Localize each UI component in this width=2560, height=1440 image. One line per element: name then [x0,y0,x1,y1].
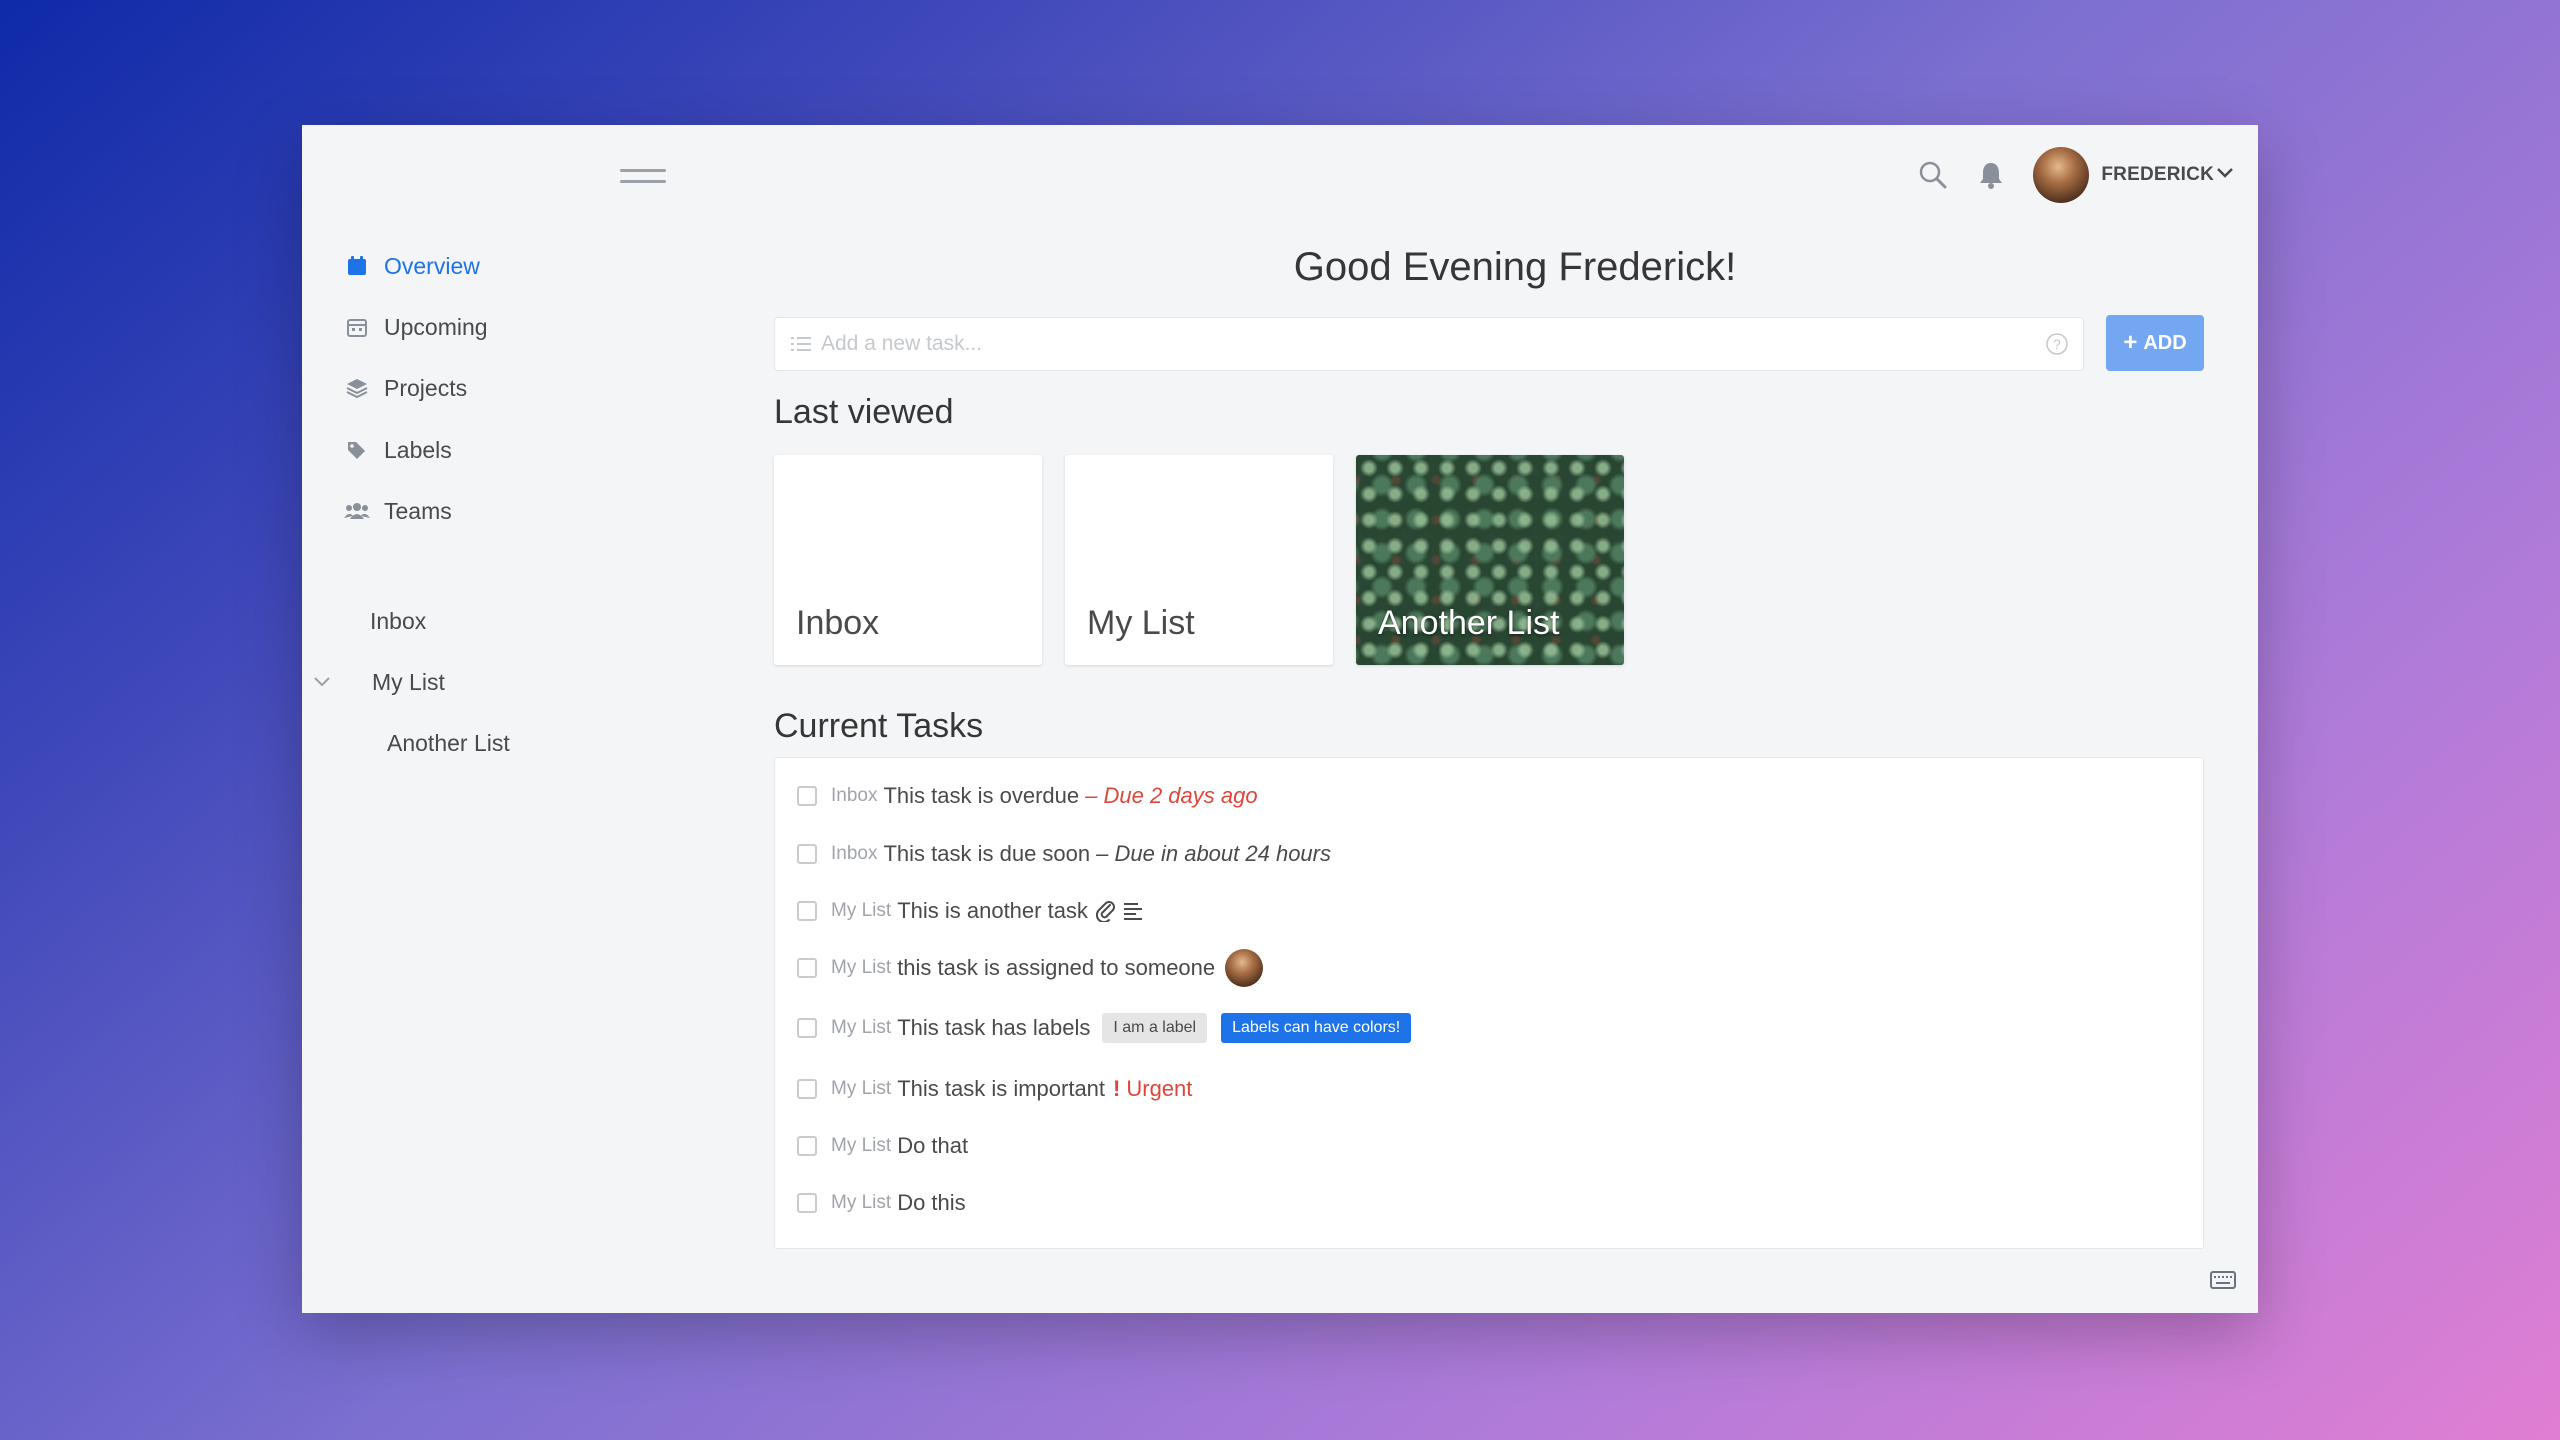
sidebar-item-projects[interactable]: Projects [344,368,467,408]
sidebar-item-labels[interactable]: Labels [344,430,452,470]
user-avatar[interactable] [2033,147,2090,203]
calendar-grid-icon [344,314,370,340]
sidebar-item-label: Upcoming [384,313,488,340]
last-viewed-card-inbox[interactable]: Inbox [774,455,1042,665]
task-checkbox[interactable] [797,1018,817,1038]
add-task-button[interactable]: + ADD [2106,315,2204,371]
sidebar-item-label: Overview [384,252,480,279]
sidebar-item-upcoming[interactable]: Upcoming [344,307,488,347]
task-checkbox[interactable] [797,1079,817,1099]
card-title: My List [1087,604,1195,642]
assignee-avatar [1225,949,1264,987]
users-icon [344,498,370,524]
task-priority: Urgent [1126,1076,1193,1101]
svg-text:?: ? [2053,336,2061,352]
task-row[interactable]: Inbox This task is due soon – Due in abo… [797,834,1331,874]
app-window: Overview Upcoming Projects Labels Teams [302,125,2258,1313]
task-text[interactable]: Do that [897,1133,968,1159]
sidebar-item-label: Projects [384,374,468,401]
task-row[interactable]: My List This task has labels I am a labe… [797,1008,1412,1048]
list-icon [791,335,813,353]
task-row[interactable]: My List Do that [797,1126,968,1166]
sidebar-item-label: Teams [384,497,452,524]
last-viewed-title: Last viewed [774,393,954,431]
user-name[interactable]: FREDERICK [2101,164,2214,186]
task-text[interactable]: this task is assigned to someone [897,955,1215,981]
greeting-title: Good Evening Frederick! [1293,245,1737,289]
exclamation-icon: ! [1113,1076,1121,1101]
task-list-name[interactable]: Inbox [831,785,877,807]
task-text[interactable]: This is another task [897,898,1088,924]
card-title: Another List [1378,604,1560,642]
layers-icon [344,375,370,401]
paperclip-icon [1095,900,1116,922]
sidebar: Overview Upcoming Projects Labels Teams [302,125,772,1313]
task-checkbox[interactable] [797,901,817,921]
last-viewed-card-my-list[interactable]: My List [1065,455,1333,665]
task-row[interactable]: My List This is another task [797,891,1144,931]
task-row[interactable]: My List this task is assigned to someone [797,948,1264,988]
task-due-date: – Due in about 24 hours [1096,841,1331,866]
help-icon[interactable]: ? [2045,332,2069,356]
sidebar-item-overview[interactable]: Overview [344,246,480,286]
task-checkbox[interactable] [797,1193,817,1213]
task-text[interactable]: Do this [897,1190,965,1216]
calendar-icon [344,253,370,279]
last-viewed-card-another-list[interactable]: Another List [1356,455,1624,665]
sidebar-list-label: My List [372,668,445,695]
tags-icon [344,437,370,463]
current-tasks-title: Current Tasks [774,707,984,745]
add-task-field[interactable]: ? [774,317,2084,371]
task-list-name[interactable]: My List [831,1135,891,1157]
sidebar-list-another-list[interactable]: Another List [387,723,510,763]
task-label: I am a label [1102,1013,1208,1043]
description-icon [1123,901,1144,921]
chevron-down-icon[interactable] [2216,166,2234,184]
keyboard-icon[interactable] [2210,1271,2236,1289]
plus-icon: + [2123,329,2138,356]
task-text[interactable]: This task is overdue [883,783,1079,809]
task-list-name[interactable]: My List [831,1192,891,1214]
top-bar-actions: FREDERICK [1917,143,2234,207]
search-icon[interactable] [1917,159,1949,191]
bell-icon[interactable] [1975,159,2007,191]
task-text[interactable]: This task is due soon [883,841,1090,867]
task-checkbox[interactable] [797,958,817,978]
task-checkbox[interactable] [797,844,817,864]
task-checkbox[interactable] [797,786,817,806]
task-list-name[interactable]: My List [831,1078,891,1100]
task-list-name[interactable]: My List [831,957,891,979]
sidebar-item-teams[interactable]: Teams [344,491,452,531]
card-title: Inbox [796,604,880,642]
hamburger-menu-icon[interactable] [620,165,666,187]
task-list-name[interactable]: Inbox [831,843,877,865]
task-text[interactable]: This task has labels [897,1015,1090,1041]
task-list-name[interactable]: My List [831,900,891,922]
task-list-name[interactable]: My List [831,1017,891,1039]
add-task-input[interactable] [813,332,2045,356]
task-text[interactable]: This task is important [897,1076,1105,1102]
task-row[interactable]: Inbox This task is overdue – Due 2 days … [797,776,1258,816]
sidebar-list-label: Another List [387,729,510,756]
sidebar-item-label: Labels [384,436,452,463]
sidebar-list-inbox[interactable]: Inbox [370,601,426,641]
task-due-date: – Due 2 days ago [1085,783,1258,808]
task-list: Inbox This task is overdue – Due 2 days … [774,757,2204,1249]
task-checkbox[interactable] [797,1136,817,1156]
task-row[interactable]: My List Do this [797,1183,966,1223]
add-button-label: ADD [2143,331,2187,354]
sidebar-list-my-list[interactable]: My List [312,662,445,702]
chevron-down-icon[interactable] [312,672,332,692]
task-row[interactable]: My List This task is important ! Urgent [797,1069,1192,1109]
task-label: Labels can have colors! [1221,1013,1412,1043]
sidebar-list-label: Inbox [370,607,427,634]
